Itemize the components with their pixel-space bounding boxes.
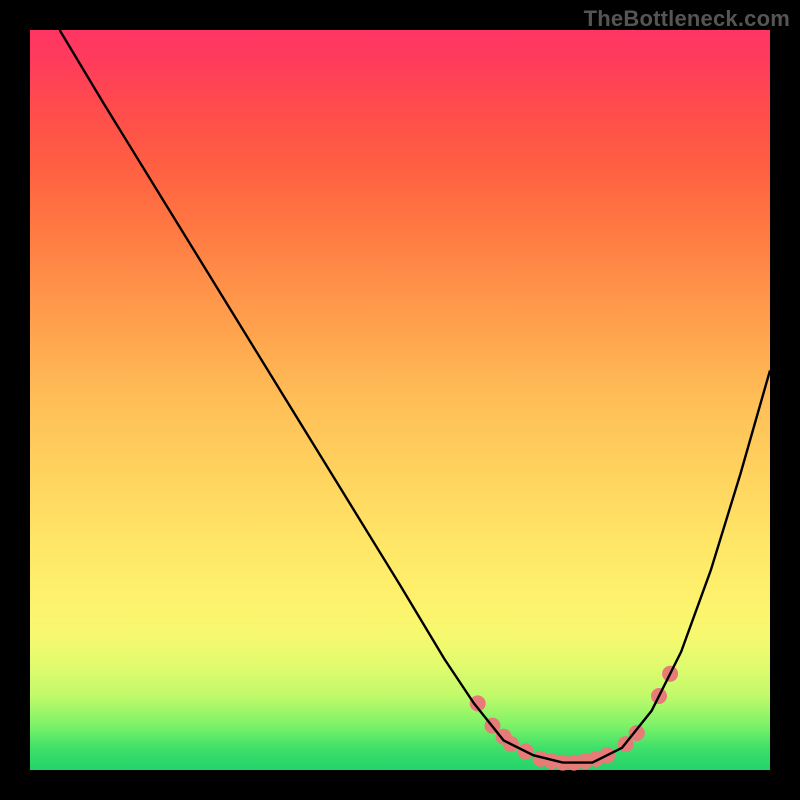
watermark-text: TheBottleneck.com bbox=[584, 6, 790, 32]
curve-path bbox=[60, 30, 770, 763]
chart-svg bbox=[30, 30, 770, 770]
chart-frame: TheBottleneck.com bbox=[0, 0, 800, 800]
plot-area bbox=[30, 30, 770, 770]
